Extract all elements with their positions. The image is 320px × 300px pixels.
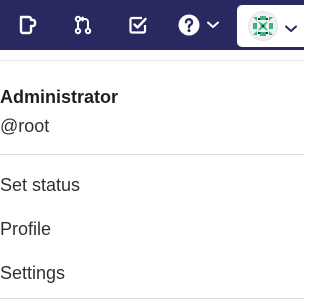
divider: [0, 298, 304, 299]
help-dropdown-button[interactable]: [172, 8, 224, 42]
help-icon: [177, 13, 201, 37]
todos-button[interactable]: [122, 8, 154, 42]
merge-requests-icon: [72, 14, 94, 36]
user-dropdown-menu: Administrator @root Set status Profile S…: [0, 50, 304, 300]
merge-requests-button[interactable]: [67, 8, 99, 42]
issues-button[interactable]: [12, 8, 44, 42]
settings-menu-item[interactable]: Settings: [0, 253, 304, 293]
dropdown-border: [0, 60, 304, 61]
user-name: Administrator: [0, 87, 119, 107]
user-avatar: [248, 11, 278, 41]
issues-icon: [17, 14, 39, 36]
todos-icon: [127, 14, 149, 36]
top-navbar: [0, 0, 304, 50]
chevron-down-icon: [207, 21, 219, 29]
set-status-menu-item[interactable]: Set status: [0, 165, 304, 205]
profile-menu-item[interactable]: Profile: [0, 209, 304, 249]
divider: [0, 154, 304, 155]
user-username: @root: [0, 116, 50, 136]
user-menu-button[interactable]: [237, 5, 304, 47]
chevron-down-icon: [285, 20, 297, 38]
